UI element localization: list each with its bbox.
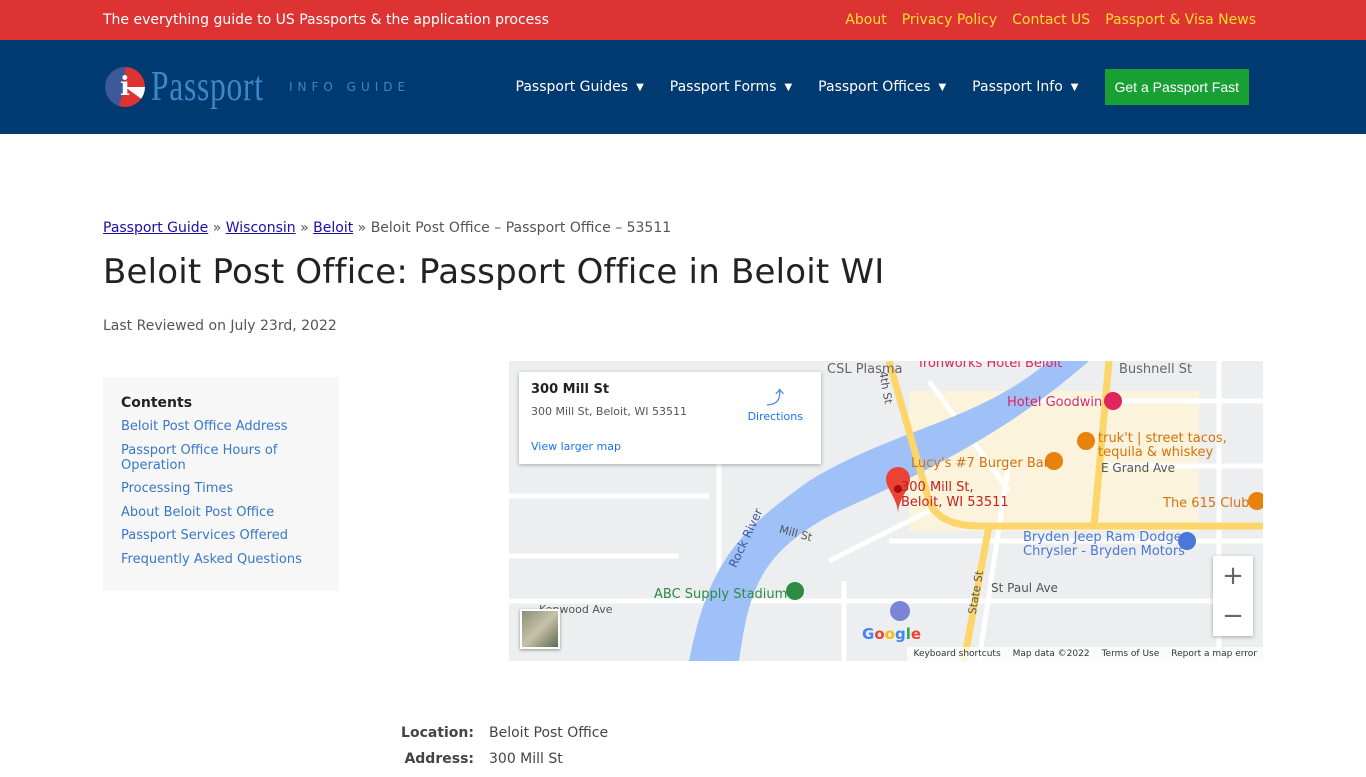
map-label[interactable]: Chrysler - Bryden Motors (1023, 544, 1185, 559)
nav-label: Passport Offices (818, 79, 931, 95)
last-reviewed: Last Reviewed on July 23rd, 2022 (103, 318, 337, 334)
about-link[interactable]: About (845, 12, 886, 28)
map-label: St Paul Ave (991, 581, 1058, 595)
map-label[interactable]: truk't | street tacos, (1098, 431, 1227, 446)
chevron-down-icon: ▼ (636, 81, 644, 93)
keyboard-shortcuts-link[interactable]: Keyboard shortcuts (913, 649, 1000, 659)
breadcrumb-current: Beloit Post Office – Passport Office – 5… (370, 220, 672, 236)
table-of-contents: Contents Beloit Post Office Address Pass… (103, 377, 339, 591)
map-label[interactable]: tequila & whiskey (1098, 445, 1213, 460)
toc-item[interactable]: Beloit Post Office Address (121, 419, 321, 434)
nav-label: Passport Guides (515, 79, 629, 95)
office-details: Location: Beloit Post Office Address: 300 … (400, 725, 608, 777)
map-label[interactable]: Hotel Goodwin (1007, 395, 1102, 410)
detail-row: Address: 300 Mill St (400, 751, 608, 767)
detail-key: Address: (404, 751, 474, 767)
detail-key: Location: (401, 725, 474, 741)
nav-passport-offices[interactable]: Passport Offices ▼ (818, 79, 946, 95)
hotel-icon (1104, 392, 1122, 410)
nav-label: Passport Forms (669, 79, 777, 95)
nav-passport-forms[interactable]: Passport Forms ▼ (670, 79, 792, 95)
detail-value: 300 Mill St (489, 751, 563, 767)
breadcrumb-wisconsin[interactable]: Wisconsin (226, 220, 296, 236)
get-passport-fast-button[interactable]: Get a Passport Fast (1104, 69, 1249, 105)
map-label[interactable]: Lucy's #7 Burger Bar (911, 456, 1049, 471)
map-label: E Grand Ave (1101, 461, 1176, 475)
toc-item[interactable]: Passport Office Hours of Operation (121, 443, 321, 473)
map-embed[interactable]: Ironworks Hotel Beloit CSL Plasma Bushne… (509, 361, 1263, 661)
toc-item[interactable]: Processing Times (121, 481, 321, 496)
logo-sub: INFO GUIDE (289, 80, 411, 94)
detail-value: Beloit Post Office (489, 725, 609, 741)
breadcrumb-beloit[interactable]: Beloit (313, 220, 353, 236)
nav-passport-info[interactable]: Passport Info ▼ (972, 79, 1078, 95)
map-attribution: Keyboard shortcuts Map data ©2022 Terms … (907, 647, 1263, 661)
marker-label: 300 Mill St, Beloit, WI 53511 (901, 480, 1009, 510)
top-bar: The everything guide to US Passports & t… (0, 0, 1366, 40)
breadcrumb-sep: » (357, 220, 367, 236)
flag-i-icon: i (105, 67, 145, 107)
chevron-down-icon: ▼ (784, 81, 793, 93)
breadcrumb-sep: » (300, 220, 309, 236)
map-label: CSL Plasma (827, 362, 903, 377)
map-label[interactable]: Ironworks Hotel Beloit (919, 361, 1062, 371)
zoom-in-button[interactable]: + (1222, 561, 1244, 591)
chevron-down-icon: ▼ (938, 81, 947, 93)
privacy-link[interactable]: Privacy Policy (902, 12, 997, 28)
map-label: Bushnell St (1119, 362, 1193, 377)
restaurant-icon (1077, 432, 1095, 450)
nav-passport-guides[interactable]: Passport Guides ▼ (516, 79, 644, 95)
satellite-toggle[interactable] (520, 609, 560, 649)
contact-link[interactable]: Contact US (1012, 12, 1090, 28)
page-title: Beloit Post Office: Passport Office in B… (103, 252, 885, 292)
detail-row: Location: Beloit Post Office (400, 725, 608, 741)
chevron-down-icon: ▼ (1070, 81, 1079, 93)
directions-icon: ⤴ (766, 388, 785, 409)
directions-label: Directions (747, 410, 803, 423)
toc-item[interactable]: Frequently Asked Questions (121, 552, 321, 567)
map-label[interactable]: ABC Supply Stadium (654, 587, 787, 602)
tagline: The everything guide to US Passports & t… (103, 12, 549, 28)
news-link[interactable]: Passport & Visa News (1105, 12, 1256, 28)
toc-heading: Contents (121, 395, 193, 411)
parking-icon (890, 601, 910, 621)
terms-link[interactable]: Terms of Use (1102, 649, 1160, 659)
map-label[interactable]: The 615 Club (1163, 496, 1249, 511)
site-logo[interactable]: i Passport INFO GUIDE (105, 63, 410, 111)
view-larger-map-link[interactable]: View larger map (531, 440, 809, 453)
report-error-link[interactable]: Report a map error (1171, 649, 1257, 659)
breadcrumb-passport-guide[interactable]: Passport Guide (103, 220, 208, 236)
nav-label: Passport Info (972, 79, 1063, 95)
map-label[interactable]: Bryden Jeep Ram Dodge (1023, 530, 1182, 545)
google-logo: Google (862, 625, 922, 643)
logo-word: Passport (151, 64, 264, 110)
restaurant-icon (1248, 492, 1263, 510)
zoom-controls: + − (1213, 556, 1253, 636)
main-nav: i Passport INFO GUIDE Passport Guides ▼ P… (0, 40, 1366, 134)
place-card: 300 Mill St 300 Mill St, Beloit, WI 5351… (519, 372, 821, 464)
map-data-text: Map data ©2022 (1012, 649, 1090, 659)
zoom-out-button[interactable]: − (1222, 601, 1244, 631)
breadcrumb: Passport Guide » Wisconsin » Beloit » Be… (103, 220, 671, 236)
toc-item[interactable]: Passport Services Offered (121, 528, 321, 543)
toc-item[interactable]: About Beloit Post Office (121, 505, 321, 520)
stadium-icon (786, 582, 804, 600)
directions-button[interactable]: ⤴ Directions (748, 384, 803, 423)
breadcrumb-sep: » (212, 220, 222, 236)
